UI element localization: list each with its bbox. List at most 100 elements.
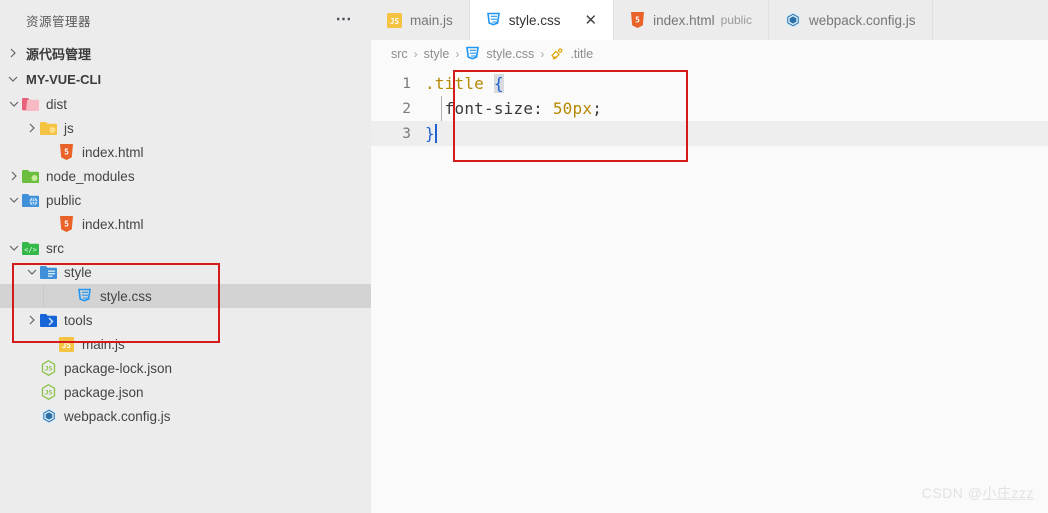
tree-item-icon-wrapper: JS [58, 336, 75, 352]
tree-indent-guide [43, 284, 44, 308]
tree-item-icon-wrapper [22, 169, 39, 183]
code-token-punctuation: : [533, 99, 553, 118]
tree-item-label: package.json [64, 384, 144, 400]
code-text: .title { [425, 74, 504, 93]
svg-text:JS: JS [45, 389, 53, 397]
tree-item-label: webpack.config.js [64, 408, 171, 424]
explorer-header: 资源管理器 ⋯ [0, 0, 371, 40]
chevron-right-icon[interactable] [24, 123, 40, 133]
tab-main-js[interactable]: JS main.js [371, 0, 470, 40]
tree-item-public[interactable]: public [0, 188, 371, 212]
line-number: 3 [402, 125, 411, 142]
breadcrumb-separator: › [455, 47, 460, 61]
code-token-property: font-size [444, 99, 534, 118]
chevron-right-icon[interactable] [24, 315, 40, 325]
tree-item-icon-wrapper [22, 97, 39, 111]
tree-item-icon-wrapper: 5 [58, 216, 75, 232]
tree-item-icon-wrapper [22, 193, 39, 207]
text-cursor [434, 124, 437, 143]
tree-item-js[interactable]: js [0, 116, 371, 140]
folder-node-icon [22, 169, 39, 183]
nodejs-file-icon: JS [41, 384, 56, 400]
nodejs-file-icon: JS [41, 360, 56, 376]
tree-item-index-html[interactable]: 5 index.html [0, 140, 371, 164]
breadcrumb-separator: › [540, 47, 545, 61]
explorer-sidebar: 资源管理器 ⋯ 源代码管理 MY-VUE-CLI dist js 5 index.ht… [0, 0, 371, 513]
editor-tab-bar: JS main.js style.css ✕ 5 index.html public webp… [371, 0, 1048, 40]
code-line[interactable]: 1 .title { [371, 71, 1048, 96]
folder-js-icon [40, 121, 57, 135]
svg-text:JS: JS [45, 365, 53, 373]
sidebar-section-label: MY-VUE-CLI [26, 71, 102, 87]
js-file-icon: JS [59, 336, 74, 352]
code-token-selector: .title [425, 74, 494, 93]
tree-item-main-js[interactable]: JS main.js [0, 332, 371, 356]
chevron-down-icon[interactable] [24, 267, 40, 277]
tree-item-index-html[interactable]: 5 index.html [0, 212, 371, 236]
css-selector-symbol-icon [550, 47, 564, 61]
tree-item-node-modules[interactable]: node_modules [0, 164, 371, 188]
chevron-down-icon [8, 74, 26, 84]
chevron-down-icon[interactable] [6, 195, 22, 205]
tree-item-package-json[interactable]: JS package.json [0, 380, 371, 404]
tree-item-icon-wrapper: JS [40, 384, 57, 400]
code-editor[interactable]: 1 .title {2 font-size: 50px; 3} [371, 68, 1048, 513]
tree-item-icon-wrapper [40, 265, 57, 279]
css3-file-icon [486, 12, 501, 28]
tree-item-dist[interactable]: dist [0, 92, 371, 116]
webpack-file-icon [41, 408, 57, 424]
tree-item-label: tools [64, 312, 93, 328]
sidebar-section-label: 源代码管理 [26, 46, 92, 62]
file-tree: dist js 5 index.html node_modules public 5 inde… [0, 92, 371, 428]
chevron-right-icon[interactable] [6, 171, 22, 181]
tab-webpack-config-js[interactable]: webpack.config.js [769, 0, 933, 40]
tree-item-icon-wrapper [76, 288, 93, 304]
tab-label: webpack.config.js [809, 12, 916, 28]
watermark: CSDN @小庄zzz [922, 483, 1034, 503]
code-token-punctuation: ; [592, 99, 603, 118]
folder-src-icon: </> [22, 241, 39, 255]
code-indent-guide [441, 96, 442, 121]
folder-tools-icon [40, 313, 57, 327]
tree-item-label: dist [46, 96, 68, 112]
tree-item-icon-wrapper: 5 [58, 144, 75, 160]
tree-item-label: js [64, 120, 74, 136]
line-number: 2 [402, 100, 411, 117]
close-icon[interactable]: ✕ [585, 13, 598, 28]
tree-item-label: src [46, 240, 64, 256]
watermark-at: @ [967, 485, 983, 501]
tree-item-icon-wrapper [40, 121, 57, 135]
js-file-icon: JS [387, 12, 402, 28]
tree-item-label: index.html [82, 144, 144, 160]
code-line[interactable]: 2 font-size: 50px; [371, 96, 1048, 121]
code-line[interactable]: 3} [371, 121, 1048, 146]
tree-item-label: style [64, 264, 92, 280]
tab-style-css[interactable]: style.css ✕ [469, 0, 615, 40]
tree-item-tools[interactable]: tools [0, 308, 371, 332]
sidebar-section-project[interactable]: MY-VUE-CLI [0, 66, 371, 92]
tree-item-style-css[interactable]: style.css [0, 284, 371, 308]
tree-item-icon-wrapper: </> [22, 241, 39, 255]
svg-text:5: 5 [64, 148, 69, 157]
folder-public-icon [22, 193, 39, 207]
breadcrumb: src › style › style.css › .title [371, 40, 1048, 68]
sidebar-section-source-control[interactable]: 源代码管理 [0, 40, 371, 66]
chevron-down-icon[interactable] [6, 243, 22, 253]
webpack-file-icon [785, 12, 801, 28]
tree-item-webpack-config-js[interactable]: webpack.config.js [0, 404, 371, 428]
tree-item-label: public [46, 192, 82, 208]
html5-file-icon: 5 [59, 144, 74, 160]
chevron-down-icon[interactable] [6, 99, 22, 109]
breadcrumb-item[interactable]: .title [570, 47, 593, 61]
tab-index-html[interactable]: 5 index.html public [614, 0, 769, 40]
breadcrumb-item[interactable]: style.css [486, 47, 534, 61]
tree-item-package-lock-json[interactable]: JS package-lock.json [0, 356, 371, 380]
svg-text:JS: JS [62, 341, 72, 350]
code-token-number: 50px [552, 99, 593, 118]
code-token-brace-highlight: { [493, 74, 504, 93]
tree-item-style[interactable]: style [0, 260, 371, 284]
breadcrumb-item[interactable]: style [424, 47, 450, 61]
tree-item-src[interactable]: </> src [0, 236, 371, 260]
ellipsis-icon[interactable]: ⋯ [336, 12, 354, 28]
breadcrumb-item[interactable]: src [391, 47, 408, 61]
